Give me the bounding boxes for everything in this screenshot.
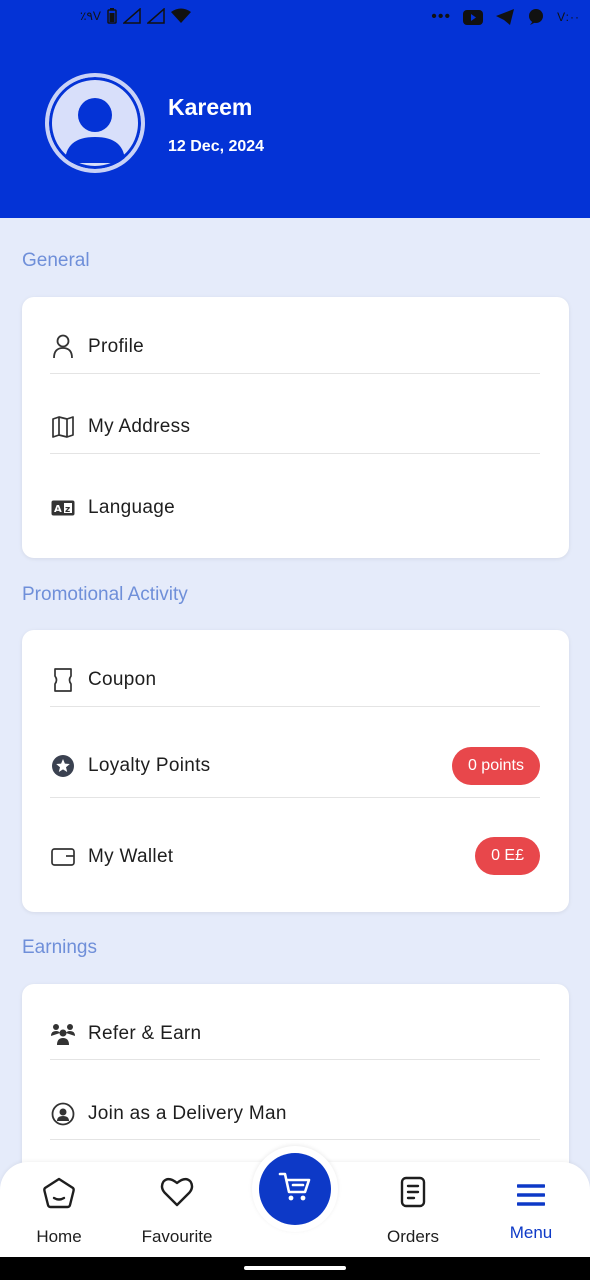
user-date: 12 Dec, 2024 <box>168 138 265 155</box>
coupon-icon <box>50 667 76 693</box>
delivery-man-icon <box>50 1101 76 1127</box>
nav-label: Favourite <box>141 1227 213 1246</box>
cart-button[interactable] <box>252 1146 338 1232</box>
heart-icon <box>160 1176 194 1213</box>
language-icon: Az <box>50 495 76 521</box>
menu-item-my-address[interactable]: My Address <box>50 414 540 440</box>
menu-item-language[interactable]: Az Language <box>50 495 540 521</box>
user-avatar-icon <box>65 98 125 163</box>
menu-item-join-delivery-man[interactable]: Join as a Delivery Man <box>50 1101 540 1127</box>
telegram-icon <box>496 9 515 25</box>
youtube-icon <box>463 9 484 25</box>
menu-item-label: My Address <box>88 416 191 437</box>
menu-item-my-wallet[interactable]: My Wallet <box>50 844 540 870</box>
nav-menu[interactable]: Menu <box>476 1162 586 1257</box>
cart-icon <box>278 1171 312 1208</box>
loyalty-points-badge: 0 points <box>451 747 540 785</box>
divider <box>50 1139 540 1140</box>
star-icon <box>50 753 76 779</box>
divider <box>50 706 540 707</box>
menu-item-label: Loyalty Points <box>88 755 211 776</box>
home-gesture-handle[interactable] <box>244 1266 346 1270</box>
status-time: V:·· <box>557 10 580 24</box>
more-dots-icon: ••• <box>431 8 452 25</box>
status-bar: ٪٩V ••• V:·· <box>0 0 590 36</box>
divider <box>50 453 540 454</box>
section-title-earnings: Earnings <box>22 937 97 958</box>
menu-item-label: Join as a Delivery Man <box>88 1103 287 1124</box>
orders-icon <box>399 1176 427 1213</box>
promotional-card: Coupon Loyalty Points 0 points My Wallet… <box>22 630 569 912</box>
status-right: ••• V:·· <box>431 8 580 26</box>
nav-favourite[interactable]: Favourite <box>122 1162 232 1257</box>
menu-item-label: Profile <box>88 336 144 357</box>
general-card: Profile My Address Az Language <box>22 297 569 558</box>
svg-text:A: A <box>54 504 62 515</box>
menu-icon <box>516 1184 546 1211</box>
menu-item-refer-earn[interactable]: Refer & Earn <box>50 1021 540 1047</box>
section-title-promotional: Promotional Activity <box>22 584 188 605</box>
system-gesture-bar <box>0 1257 590 1280</box>
section-title-general: General <box>22 250 90 271</box>
map-icon <box>50 414 76 440</box>
battery-icon <box>107 8 117 24</box>
signal-icon <box>122 8 141 24</box>
signal-icon-2 <box>146 8 165 24</box>
nav-label: Menu <box>509 1223 553 1242</box>
wallet-badge: 0 E£ <box>475 837 540 875</box>
menu-item-label: Coupon <box>88 669 157 690</box>
menu-item-profile[interactable]: Profile <box>50 334 540 360</box>
menu-item-label: My Wallet <box>88 846 174 867</box>
menu-item-label: Refer & Earn <box>88 1023 202 1044</box>
home-icon <box>42 1176 76 1215</box>
person-icon <box>50 334 76 360</box>
nav-label: Orders <box>387 1227 439 1246</box>
divider <box>50 797 540 798</box>
svg-text:z: z <box>65 505 70 515</box>
avatar[interactable] <box>45 73 145 173</box>
nav-label: Home <box>36 1227 82 1246</box>
divider <box>50 373 540 374</box>
nav-orders[interactable]: Orders <box>358 1162 468 1257</box>
cart-button-inner <box>259 1153 331 1225</box>
profile-header: ٪٩V ••• V:·· Kareem 12 Dec, 2024 <box>0 0 590 218</box>
wallet-icon <box>50 844 76 870</box>
people-icon <box>50 1021 76 1047</box>
user-name: Kareem <box>168 94 253 120</box>
divider <box>50 1059 540 1060</box>
status-left: ٪٩V <box>80 8 191 24</box>
nav-home[interactable]: Home <box>4 1162 114 1257</box>
status-left-text: ٪٩V <box>80 9 101 23</box>
menu-item-label: Language <box>88 497 175 518</box>
chat-icon <box>529 9 544 25</box>
menu-item-coupon[interactable]: Coupon <box>50 667 540 693</box>
wifi-icon <box>170 8 191 23</box>
